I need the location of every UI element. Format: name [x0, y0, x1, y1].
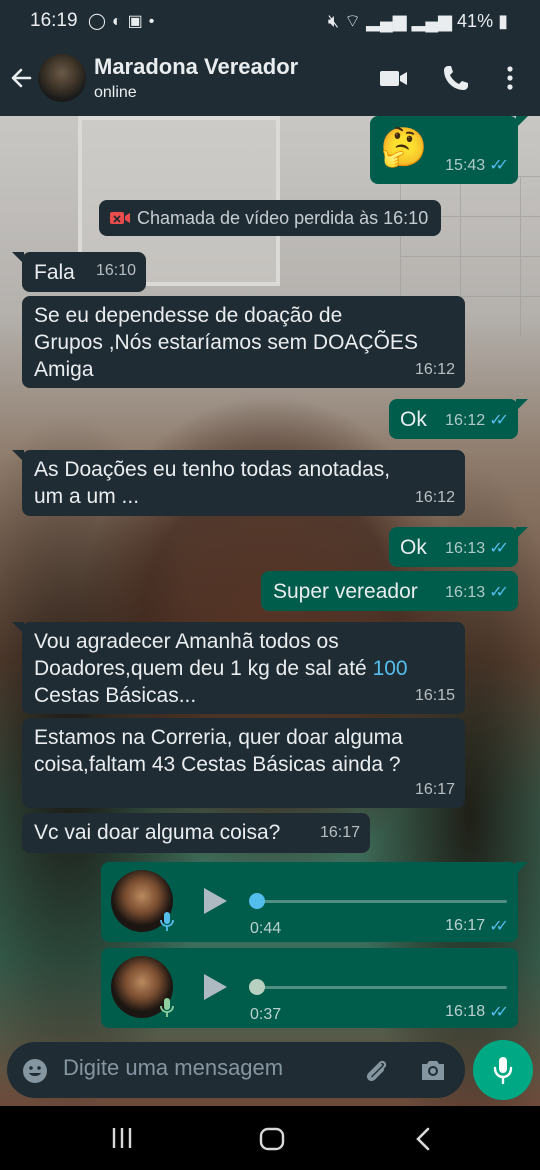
message-outgoing[interactable]: Ok 16:12 ✓✓ [389, 399, 528, 439]
message-time: 16:13 [445, 584, 486, 601]
message-outgoing[interactable]: 🤔 15:43 ✓✓ [370, 116, 528, 184]
voice-record-button[interactable] [473, 1040, 533, 1100]
voice-message[interactable]: 0:44 16:17 ✓✓ [101, 862, 528, 942]
more-options-icon[interactable] [494, 62, 526, 94]
message-text: Vou agradecer Amanhã todos os Doadores,q… [22, 622, 465, 709]
back-arrow-icon[interactable] [10, 60, 34, 96]
recent-apps-icon[interactable] [110, 1126, 134, 1150]
voice-message[interactable]: 0:37 16:18 ✓✓ [101, 948, 518, 1028]
message-meta: 15:43 ✓✓ [445, 152, 509, 179]
voice-call-icon[interactable] [440, 62, 472, 94]
whatsapp-icon: ◯ [88, 13, 112, 30]
message-meta: 16:17 ✓✓ [445, 916, 509, 936]
message-incoming[interactable]: Vc vai doar alguma coisa? 16:17 [22, 813, 370, 853]
home-icon[interactable] [259, 1126, 285, 1152]
message-time: 16:10 [95, 262, 136, 279]
messenger-icon: ◐ [111, 13, 128, 30]
play-icon[interactable] [201, 886, 229, 916]
voice-progress-thumb[interactable] [249, 979, 265, 995]
read-ticks-icon: ✓✓ [489, 918, 509, 935]
video-call-icon[interactable] [378, 62, 410, 94]
mute-icon: 🔇︎ [327, 11, 340, 31]
signal-icon: ▂▄▆ [366, 11, 407, 31]
message-meta: 16:12 ✓✓ [445, 407, 509, 434]
wifi-icon: ⌔ [344, 11, 362, 31]
chat-area[interactable]: 🤔 15:43 ✓✓ Chamada de vídeo perdida às 1… [0, 116, 540, 1106]
microphone-icon [160, 912, 174, 931]
attach-icon[interactable] [361, 1056, 391, 1086]
read-ticks-icon: ✓✓ [489, 584, 509, 601]
message-text: Vc vai doar alguma coisa? [34, 821, 281, 844]
voice-progress-thumb[interactable] [249, 893, 265, 909]
read-ticks-icon: ✓✓ [489, 412, 509, 429]
voice-progress-track[interactable] [253, 900, 507, 903]
number-link[interactable]: 100 [373, 657, 408, 680]
read-ticks-icon: ✓✓ [489, 540, 509, 557]
message-input[interactable] [63, 1055, 343, 1081]
message-time: 16:13 [445, 540, 486, 557]
message-time: 16:17 [414, 781, 455, 798]
voice-duration: 0:44 [250, 920, 282, 937]
emoji-icon[interactable] [21, 1057, 49, 1085]
read-ticks-icon: ✓✓ [489, 157, 509, 174]
message-incoming[interactable]: As Doações eu tenho todas anotadas, um a… [12, 450, 465, 516]
message-time: 16:17 [319, 824, 360, 841]
dot-icon: • [148, 13, 161, 30]
message-text-part: Cestas Básicas... [34, 684, 197, 707]
message-meta: 16:17 [415, 776, 455, 803]
signal-icon: ▂▄▆ [411, 11, 453, 31]
message-time: 15:43 [445, 157, 486, 174]
camera-icon[interactable] [419, 1057, 447, 1083]
message-incoming[interactable]: Vou agradecer Amanhã todos os Doadores,q… [12, 622, 465, 714]
message-meta: 16:13 ✓✓ [445, 579, 509, 606]
message-text-part: Vou agradecer Amanhã todos os Doadores,q… [34, 630, 367, 680]
message-time: 16:18 [445, 1003, 486, 1020]
status-bar: 16:19 ◯◐▣• 🔇︎ ⌔ ▂▄▆ ▂▄▆ 41% ▮ [0, 0, 540, 42]
back-icon[interactable] [414, 1126, 432, 1152]
battery-icon: ▮ [498, 11, 508, 31]
chat-header: Maradona Vereador online [0, 42, 540, 116]
voice-progress-track[interactable] [253, 986, 507, 989]
contact-status: online [94, 84, 137, 101]
contact-name[interactable]: Maradona Vereador [94, 54, 298, 80]
missed-call-text: Chamada de vídeo perdida às 16:10 [137, 208, 429, 228]
message-incoming[interactable]: Se eu dependesse de doação de Grupos ,Nó… [22, 296, 465, 388]
gallery-icon: ▣ [127, 13, 149, 30]
message-text: Se eu dependesse de doação de Grupos ,Nó… [34, 304, 418, 381]
message-meta: 16:10 [96, 257, 136, 284]
message-meta: 16:12 [415, 356, 455, 383]
message-time: 16:17 [445, 917, 486, 934]
system-icons: 🔇︎ ⌔ ▂▄▆ ▂▄▆ 41% ▮ [328, 10, 508, 33]
message-meta: 16:18 ✓✓ [445, 1002, 509, 1022]
message-time: 16:15 [414, 687, 455, 704]
contact-avatar[interactable] [38, 54, 86, 102]
microphone-icon [160, 998, 174, 1017]
status-time: 16:19 [30, 10, 78, 31]
message-incoming[interactable]: Fala 16:10 [12, 252, 146, 292]
message-meta: 16:12 [415, 484, 455, 511]
message-meta: 16:15 [415, 682, 455, 709]
message-outgoing[interactable]: Super vereador 16:13 ✓✓ [261, 571, 518, 611]
notification-icons: ◯◐▣• [88, 11, 160, 31]
message-meta: 16:13 ✓✓ [445, 535, 509, 562]
voice-duration: 0:37 [250, 1006, 282, 1023]
message-meta: 16:17 [320, 819, 360, 846]
message-composer [7, 1042, 465, 1098]
missed-call-notice[interactable]: Chamada de vídeo perdida às 16:10 [99, 200, 441, 236]
message-text: As Doações eu tenho todas anotadas, um a… [34, 458, 391, 508]
battery-percent: 41% [457, 11, 494, 31]
message-time: 16:12 [414, 361, 455, 378]
read-ticks-icon: ✓✓ [489, 1004, 509, 1021]
message-text: Estamos na Correria, quer doar alguma co… [34, 726, 403, 776]
microphone-icon [493, 1057, 513, 1085]
play-icon[interactable] [201, 972, 229, 1002]
message-outgoing[interactable]: Ok 16:13 ✓✓ [389, 527, 528, 567]
message-time: 16:12 [445, 412, 486, 429]
message-time: 16:12 [414, 489, 455, 506]
android-nav-bar [0, 1106, 540, 1170]
missed-video-call-icon [110, 212, 130, 224]
message-incoming[interactable]: Estamos na Correria, quer doar alguma co… [22, 718, 465, 808]
